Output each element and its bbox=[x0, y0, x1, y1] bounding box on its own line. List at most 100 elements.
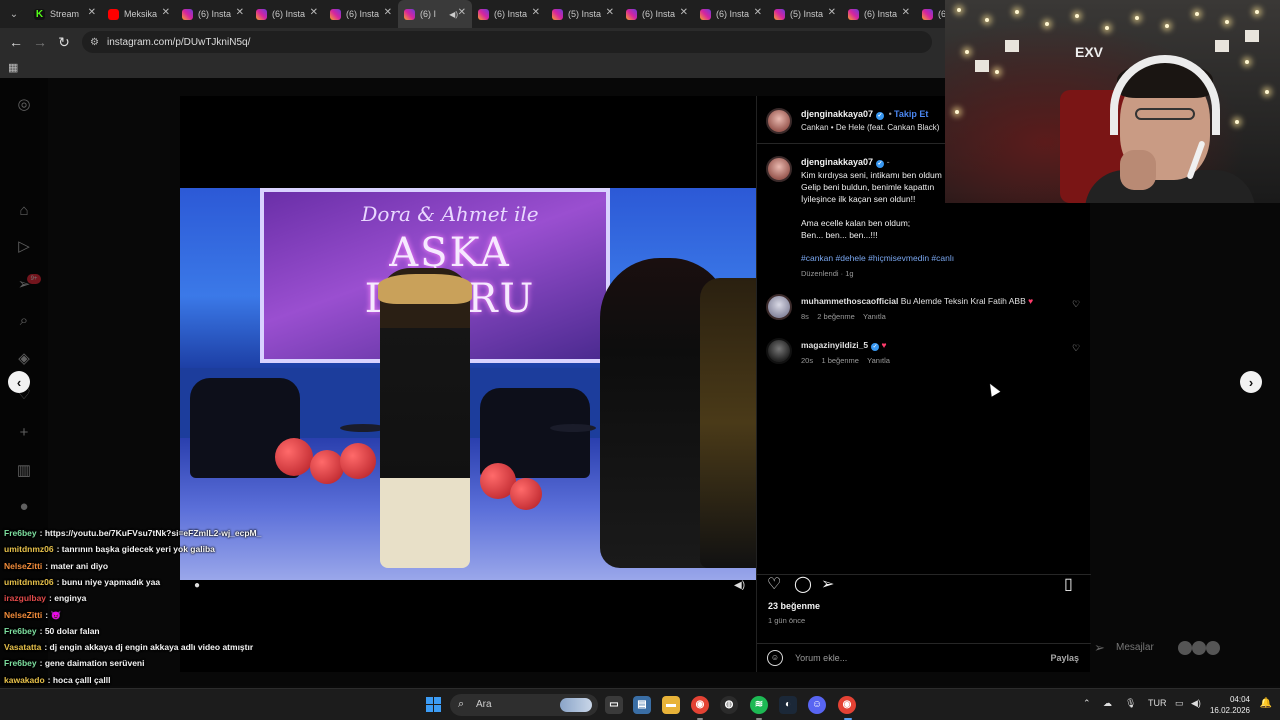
address-bar[interactable]: ⚙ instagram.com/p/DUwTJkniN5q/ bbox=[82, 31, 932, 53]
desktop-screen: ⌄ K Stream ✕ Meksika ✕ (6) Insta ✕ (6) Insta ✕ (6… bbox=[0, 0, 1280, 720]
close-tab-icon[interactable]: ✕ bbox=[88, 7, 96, 18]
microphone-tray-icon[interactable]: 🎙 bbox=[1125, 698, 1136, 709]
taskbar-search-label: Ara bbox=[476, 699, 492, 710]
video-table bbox=[550, 424, 596, 432]
author-avatar[interactable] bbox=[766, 108, 792, 134]
browser-tab[interactable]: (5) Insta ✕ bbox=[546, 0, 620, 28]
like-icon[interactable]: ♡ bbox=[767, 574, 781, 594]
back-icon[interactable]: ← bbox=[4, 30, 28, 54]
browser-tab[interactable]: (6) Insta ✕ bbox=[620, 0, 694, 28]
next-post-button[interactable]: › bbox=[1240, 371, 1262, 393]
browser-tab[interactable]: Meksika ✕ bbox=[102, 0, 176, 28]
video-volume-icon[interactable]: ◀) bbox=[734, 580, 745, 591]
task-view-icon[interactable]: ▭ bbox=[605, 696, 623, 714]
notifications-icon[interactable]: 🔔 bbox=[1260, 698, 1272, 709]
reload-icon[interactable]: ↻ bbox=[52, 30, 76, 54]
store-icon[interactable]: ▤ bbox=[633, 696, 651, 714]
follow-button[interactable]: Takip Et bbox=[894, 109, 928, 119]
github-icon[interactable]: ◍ bbox=[720, 696, 738, 714]
site-info-icon[interactable]: ⚙ bbox=[90, 37, 99, 48]
likes-count[interactable]: 23 beğenme bbox=[768, 601, 820, 611]
post-hashtags[interactable]: #cankan #dehele #hiçmisevmedin #canlı bbox=[801, 253, 954, 263]
post-comment-button[interactable]: Paylaş bbox=[1050, 653, 1079, 663]
paper-lantern bbox=[1245, 30, 1259, 42]
close-tab-icon[interactable]: ✕ bbox=[606, 7, 614, 18]
caption-line: Ben... ben... ben...!!! bbox=[801, 230, 878, 240]
comment-likes[interactable]: 2 beğenme bbox=[817, 312, 855, 321]
chrome-active-icon[interactable]: ◉ bbox=[838, 696, 856, 714]
instagram-favicon-icon bbox=[404, 8, 415, 20]
comment-likes[interactable]: 1 beğenme bbox=[821, 356, 859, 365]
comment-icon[interactable]: ◯ bbox=[794, 574, 812, 594]
spotify-icon[interactable]: ≋ bbox=[750, 696, 768, 714]
search-highlight-image bbox=[560, 698, 592, 712]
browser-tab[interactable]: (6) I ◀) ✕ bbox=[398, 0, 472, 28]
start-button[interactable] bbox=[426, 697, 441, 712]
message-avatar bbox=[1192, 641, 1206, 655]
commenter-avatar[interactable] bbox=[766, 294, 792, 320]
chrome-icon[interactable]: ◉ bbox=[691, 696, 709, 714]
close-tab-icon[interactable]: ✕ bbox=[458, 7, 466, 18]
instagram-favicon-icon bbox=[848, 8, 859, 20]
reply-button[interactable]: Yanıtla bbox=[863, 312, 886, 321]
comment-age: 20s bbox=[801, 356, 814, 365]
system-clock[interactable]: 04:04 16.02.2026 bbox=[1210, 694, 1250, 716]
network-icon[interactable]: ▭ bbox=[1175, 698, 1184, 709]
author-username[interactable]: djenginakkaya07 ✓ • bbox=[801, 109, 892, 120]
save-bookmark-icon[interactable]: ▯ bbox=[1064, 574, 1073, 594]
post-video[interactable]: Dora & Ahmet ile AŞKA DOĞRU bbox=[180, 188, 756, 580]
search-icon: ⌕ bbox=[458, 698, 465, 710]
forward-icon[interactable]: → bbox=[28, 30, 52, 54]
comment-input[interactable]: Yorum ekle... bbox=[795, 653, 847, 663]
reply-button[interactable]: Yanıtla bbox=[867, 356, 890, 365]
browser-tab[interactable]: (6) Insta ✕ bbox=[250, 0, 324, 28]
url-text: instagram.com/p/DUwTJkniN5q/ bbox=[106, 36, 251, 48]
browser-tab[interactable]: (6) Insta ✕ bbox=[176, 0, 250, 28]
taskbar-search[interactable]: ⌕ Ara bbox=[450, 694, 598, 716]
browser-tab[interactable]: (6) Insta ✕ bbox=[324, 0, 398, 28]
browser-tab[interactable]: (6) Insta ✕ bbox=[694, 0, 768, 28]
previous-post-button[interactable]: ‹ bbox=[8, 371, 30, 393]
close-tab-icon[interactable]: ✕ bbox=[754, 7, 762, 18]
video-sign-top-text: Dora & Ahmet ile bbox=[361, 202, 539, 226]
chat-username: Fre6bey bbox=[4, 658, 37, 669]
chat-message: kawakado: hoca çalll çalll bbox=[4, 675, 110, 685]
apps-grid-icon[interactable]: ▦ bbox=[8, 61, 18, 74]
close-tab-icon[interactable]: ✕ bbox=[236, 7, 244, 18]
steam-icon[interactable]: ◐ bbox=[779, 696, 797, 714]
volume-icon[interactable]: ◀) bbox=[1191, 698, 1201, 709]
close-tab-icon[interactable]: ✕ bbox=[532, 7, 540, 18]
like-comment-icon[interactable]: ♡ bbox=[1072, 299, 1080, 310]
caption-username[interactable]: djenginakkaya07 ✓ - bbox=[801, 157, 890, 168]
chat-message: Vasatatta: dj engin akkaya dj engin akka… bbox=[4, 642, 253, 652]
commenter-username[interactable]: muhammethoscaofficial bbox=[801, 296, 898, 306]
audio-track[interactable]: Cankan • De Hele (feat. Cankan Black) bbox=[801, 123, 939, 132]
fairy-light bbox=[1245, 60, 1249, 64]
onedrive-icon[interactable]: ☁ bbox=[1103, 698, 1112, 709]
language-indicator[interactable]: TUR bbox=[1148, 698, 1167, 708]
close-tab-icon[interactable]: ✕ bbox=[162, 7, 170, 18]
emoji-icon[interactable]: ☺ bbox=[767, 650, 783, 666]
chair-logo: EXV bbox=[1075, 44, 1104, 60]
close-tab-icon[interactable]: ✕ bbox=[310, 7, 318, 18]
browser-tab[interactable]: (6) Insta ✕ bbox=[472, 0, 546, 28]
close-tab-icon[interactable]: ✕ bbox=[384, 7, 392, 18]
close-tab-icon[interactable]: ✕ bbox=[680, 7, 688, 18]
comment-text: magazinyildizi_5 ✓ ♥ bbox=[801, 340, 887, 351]
browser-tab[interactable]: (6) Insta ✕ bbox=[842, 0, 916, 28]
commenter-avatar[interactable] bbox=[766, 338, 792, 364]
close-tab-icon[interactable]: ✕ bbox=[828, 7, 836, 18]
messages-widget[interactable]: ➢ Mesajlar bbox=[1094, 636, 1280, 662]
file-explorer-icon[interactable]: ▬ bbox=[662, 696, 680, 714]
like-comment-icon[interactable]: ♡ bbox=[1072, 343, 1080, 354]
tab-search-icon[interactable]: ⌄ bbox=[0, 0, 28, 28]
share-icon[interactable]: ➢ bbox=[821, 574, 834, 594]
close-tab-icon[interactable]: ✕ bbox=[902, 7, 910, 18]
commenter-username[interactable]: magazinyildizi_5 bbox=[801, 340, 868, 350]
discord-icon[interactable]: ☺ bbox=[808, 696, 826, 714]
tray-overflow-icon[interactable]: ⌃ bbox=[1083, 698, 1091, 709]
caption-avatar[interactable] bbox=[766, 156, 792, 182]
browser-tab[interactable]: K Stream ✕ bbox=[28, 0, 102, 28]
browser-tab[interactable]: (5) Insta ✕ bbox=[768, 0, 842, 28]
heart-emoji: ♥ bbox=[1028, 296, 1034, 306]
